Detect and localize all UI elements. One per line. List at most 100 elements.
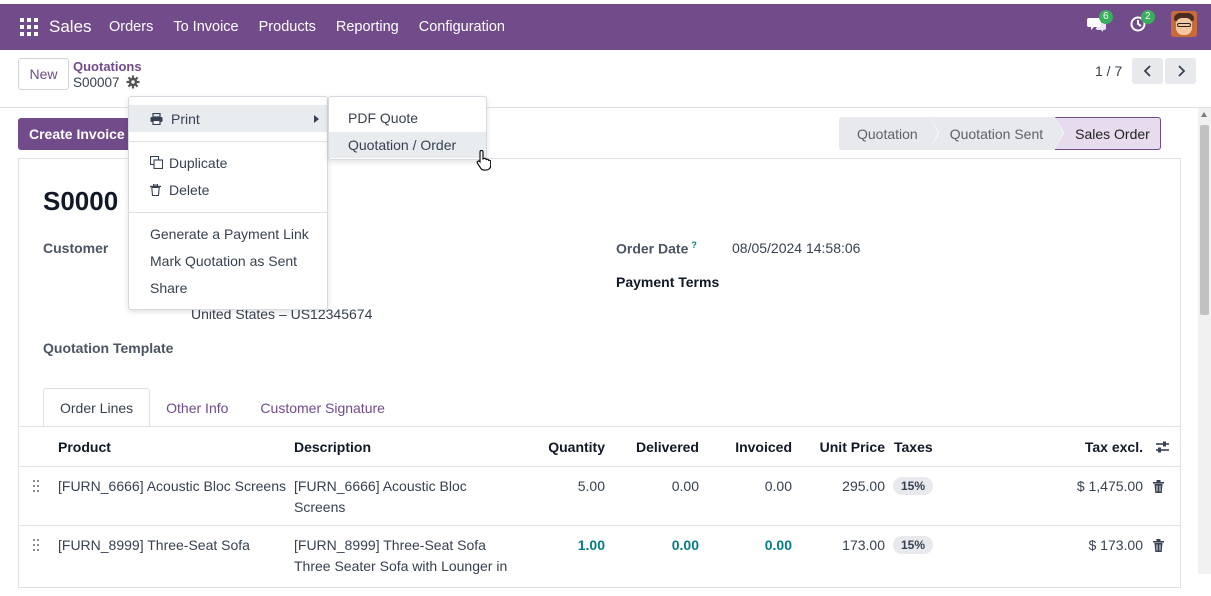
- tax-badge[interactable]: 15%: [893, 536, 934, 554]
- app-name[interactable]: Sales: [49, 17, 92, 37]
- status-stages: Quotation Quotation Sent Sales Order: [839, 117, 1161, 150]
- delete-label: Delete: [169, 181, 210, 198]
- invoiced-cell[interactable]: 0.00: [709, 476, 792, 497]
- col-tax-excl[interactable]: Tax excl.: [1029, 439, 1143, 455]
- order-lines-header: Product Description Quantity Delivered I…: [19, 427, 1180, 467]
- print-label: Print: [171, 110, 200, 127]
- menu-item-mark-quotation-sent[interactable]: Mark Quotation as Sent: [129, 247, 327, 274]
- page-scrollbar[interactable]: [1198, 108, 1211, 574]
- gear-icon[interactable]: [126, 75, 140, 89]
- systray: 6 2: [1087, 9, 1197, 37]
- stage-label: Quotation Sent: [949, 125, 1044, 142]
- subtotal-cell: $ 1,475.00: [1076, 478, 1143, 494]
- col-product[interactable]: Product: [58, 439, 111, 455]
- product-cell[interactable]: [FURN_6666] Acoustic Bloc Screens: [58, 476, 286, 497]
- menu-item-share[interactable]: Share: [129, 274, 327, 301]
- unit-price-cell[interactable]: 173.00: [799, 535, 885, 556]
- order-date-label-text: Order Date: [616, 240, 689, 257]
- col-unit-price[interactable]: Unit Price: [799, 439, 885, 455]
- description-cell-line1[interactable]: [FURN_6666] Acoustic Bloc: [294, 476, 467, 497]
- quantity-cell[interactable]: 5.00: [519, 476, 605, 497]
- notebook-tabs: Order Lines Other Info Customer Signatur…: [43, 388, 401, 427]
- submenu-item-quotation-order[interactable]: Quotation / Order: [329, 132, 486, 158]
- chevron-right-icon: [1177, 65, 1185, 77]
- top-navbar: Sales Orders To Invoice Products Reporti…: [0, 4, 1211, 50]
- help-tooltip-icon[interactable]: ?: [691, 240, 697, 250]
- table-row[interactable]: [FURN_8999] Three-Seat Sofa [FURN_8999] …: [19, 526, 1180, 596]
- activities-count-badge: 2: [1141, 9, 1155, 24]
- customer-label: Customer: [43, 240, 109, 256]
- col-taxes[interactable]: Taxes: [894, 439, 933, 455]
- messages-count-badge: 6: [1099, 9, 1113, 24]
- trash-icon[interactable]: [1153, 480, 1164, 493]
- table-row[interactable]: [FURN_6666] Acoustic Bloc Screens [FURN_…: [19, 467, 1180, 526]
- trash-icon[interactable]: [1153, 539, 1164, 552]
- drag-handle-icon[interactable]: [33, 480, 41, 494]
- scrollbar-thumb[interactable]: [1200, 125, 1209, 315]
- description-cell-line2[interactable]: Screens: [294, 497, 345, 518]
- messaging-button[interactable]: 6: [1087, 9, 1113, 37]
- stage-label: Quotation: [857, 125, 918, 142]
- pager-previous-button[interactable]: [1132, 58, 1163, 84]
- col-invoiced[interactable]: Invoiced: [709, 439, 792, 455]
- stage-quotation[interactable]: Quotation: [839, 117, 939, 150]
- menu-item-duplicate[interactable]: Duplicate: [129, 149, 327, 176]
- invoiced-cell[interactable]: 0.00: [709, 535, 792, 556]
- menu-products[interactable]: Products: [259, 19, 316, 35]
- print-submenu: PDF Quote Quotation / Order: [328, 96, 487, 160]
- chevron-left-icon: [1143, 65, 1151, 77]
- subtotal-cell: $ 173.00: [1088, 537, 1144, 553]
- create-invoice-button[interactable]: Create Invoice: [18, 118, 130, 150]
- delivered-cell[interactable]: 0.00: [609, 476, 699, 497]
- menu-reporting[interactable]: Reporting: [336, 19, 399, 35]
- menu-divider: [129, 141, 327, 142]
- unit-price-cell[interactable]: 295.00: [799, 476, 885, 497]
- apps-menu-icon[interactable]: [20, 18, 38, 36]
- menu-to-invoice[interactable]: To Invoice: [173, 19, 238, 35]
- pager-value[interactable]: 1 / 7: [1095, 63, 1122, 79]
- tab-customer-signature[interactable]: Customer Signature: [244, 388, 401, 427]
- action-menu-dropdown: Print Duplicate Delete Generate a Paymen…: [128, 96, 328, 310]
- breadcrumb-parent[interactable]: Quotations: [73, 59, 142, 74]
- copy-icon: [150, 156, 163, 169]
- quotation-template-label: Quotation Template: [43, 340, 174, 356]
- delivered-cell[interactable]: 0.00: [609, 535, 699, 556]
- breadcrumb-current: S00007: [73, 75, 120, 90]
- order-date-label: Order Date?: [616, 240, 697, 257]
- quantity-cell[interactable]: 1.00: [519, 535, 605, 556]
- hand-pointer-cursor-icon: [476, 150, 491, 171]
- activities-button[interactable]: 2: [1129, 9, 1155, 37]
- col-delivered[interactable]: Delivered: [609, 439, 699, 455]
- col-description[interactable]: Description: [294, 439, 371, 455]
- new-button[interactable]: New: [18, 58, 69, 90]
- stage-quotation-sent[interactable]: Quotation Sent: [929, 117, 1065, 150]
- menu-orders[interactable]: Orders: [109, 19, 153, 35]
- user-avatar[interactable]: [1171, 11, 1197, 37]
- payment-terms-label: Payment Terms: [616, 274, 720, 290]
- tax-badge[interactable]: 15%: [893, 477, 934, 495]
- product-cell[interactable]: [FURN_8999] Three-Seat Sofa: [58, 535, 250, 556]
- duplicate-label: Duplicate: [169, 154, 228, 171]
- menu-item-print[interactable]: Print: [129, 105, 327, 132]
- drag-handle-icon[interactable]: [33, 539, 41, 553]
- tab-other-info[interactable]: Other Info: [150, 388, 244, 427]
- col-quantity[interactable]: Quantity: [519, 439, 605, 455]
- scroll-up-arrow-icon[interactable]: [1201, 112, 1207, 117]
- menu-configuration[interactable]: Configuration: [419, 19, 505, 35]
- trash-icon: [150, 183, 161, 196]
- stage-label: Sales Order: [1075, 125, 1150, 142]
- order-name: S0000: [43, 186, 119, 216]
- description-cell-line1[interactable]: [FURN_8999] Three-Seat Sofa: [294, 535, 486, 556]
- menu-item-delete[interactable]: Delete: [129, 176, 327, 203]
- tab-order-lines[interactable]: Order Lines: [43, 388, 151, 427]
- order-date-value[interactable]: 08/05/2024 14:58:06: [732, 240, 860, 256]
- stage-sales-order[interactable]: Sales Order: [1055, 117, 1161, 150]
- menu-divider: [129, 212, 327, 213]
- printer-icon: [150, 112, 163, 125]
- pager-next-button[interactable]: [1165, 58, 1196, 84]
- optional-columns-icon[interactable]: [1155, 440, 1170, 454]
- main-menu: Orders To Invoice Products Reporting Con…: [109, 19, 525, 35]
- submenu-item-pdf-quote[interactable]: PDF Quote: [329, 105, 486, 131]
- caret-right-icon: [314, 115, 319, 123]
- menu-item-generate-payment-link[interactable]: Generate a Payment Link: [129, 220, 327, 247]
